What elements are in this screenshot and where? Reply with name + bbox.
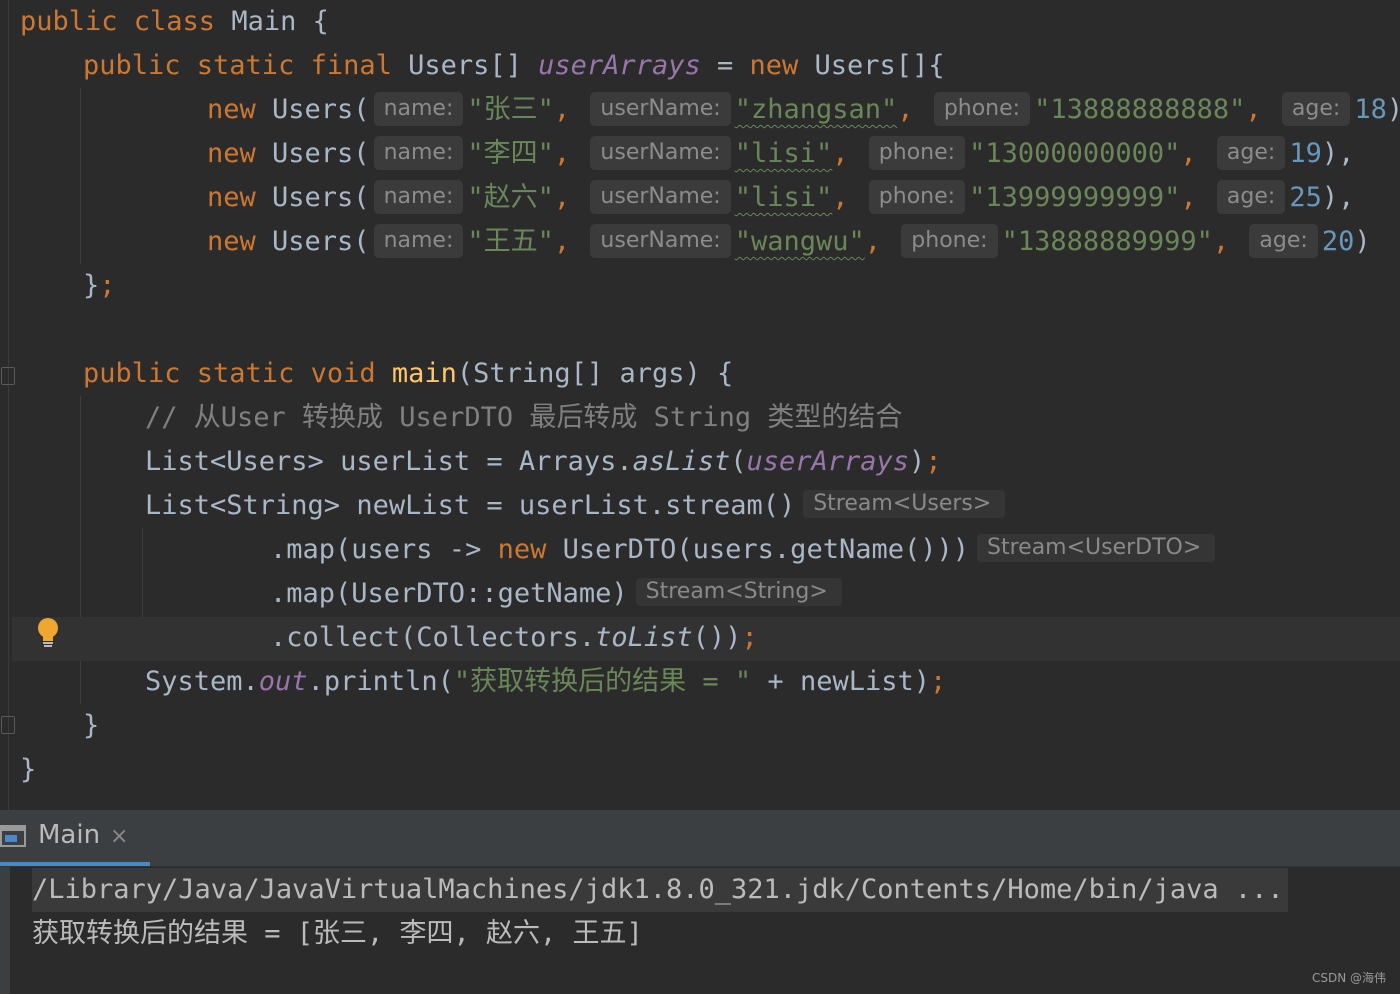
tab-label: Main: [38, 820, 101, 850]
tab-main[interactable]: Main ×: [0, 810, 150, 866]
gutter: [8, 0, 9, 810]
code-line-18[interactable]: }: [20, 748, 36, 792]
code-comment[interactable]: // 从User 转换成 UserDTO 最后转成 String 类型的结合: [145, 396, 902, 440]
console-output-line[interactable]: 获取转换后的结果 = [张三, 李四, 赵六, 王五]: [32, 912, 643, 956]
param-hint: name:: [373, 92, 464, 126]
console-side-strip: [0, 867, 10, 994]
code-line-6[interactable]: new Users(name: "王五", userName: "wangwu", …: [207, 220, 1371, 264]
code-line-12[interactable]: List<String> newList = userList.stream()…: [145, 484, 1006, 528]
watermark: CSDN @海伟: [1311, 971, 1386, 985]
type-hint: Stream<String>: [635, 578, 842, 606]
code-line-17[interactable]: }: [83, 704, 99, 748]
param-hint: name:: [373, 224, 464, 258]
code-line-1[interactable]: public class Main {: [20, 0, 329, 44]
code-line-4[interactable]: new Users(name: "李四", userName: "lisi", ph…: [207, 132, 1354, 176]
console-icon: [0, 825, 26, 847]
param-hint: age:: [1249, 224, 1318, 258]
code-line-7[interactable]: };: [83, 264, 116, 308]
code-line-2[interactable]: public static final Users[] userArrays =…: [83, 44, 945, 88]
param-hint: age:: [1216, 136, 1286, 170]
param-hint: userName:: [590, 180, 731, 214]
code-line-13[interactable]: .map(users -> new UserDTO(users.getName(…: [270, 528, 1216, 572]
param-hint: phone:: [901, 224, 998, 258]
code-line-11[interactable]: List<Users> userList = Arrays.asList(use…: [145, 440, 942, 484]
param-hint: phone:: [933, 92, 1031, 126]
param-hint: userName:: [590, 136, 731, 170]
code-line-9[interactable]: public static void main(String[] args) {: [83, 352, 733, 396]
type-hint: Stream<Users>: [803, 490, 1006, 518]
close-icon[interactable]: ×: [110, 824, 128, 849]
code-line-16[interactable]: System.out.println("获取转换后的结果 = " + newLi…: [145, 660, 946, 704]
fold-toggle-icon[interactable]: [1, 367, 15, 385]
active-tab-indicator: [0, 862, 150, 866]
param-hint: userName:: [590, 92, 731, 126]
run-tool-window: Main × /Library/Java/JavaVirtualMachines…: [0, 810, 1400, 994]
run-tab-bar: Main ×: [0, 810, 1400, 867]
code-line-14[interactable]: .map(UserDTO::getName) Stream<String>: [270, 572, 842, 616]
param-hint: phone:: [868, 136, 966, 170]
indent-guide: [80, 88, 81, 264]
lightbulb-icon[interactable]: [36, 617, 60, 649]
param-hint: name:: [373, 136, 464, 170]
param-hint: userName:: [590, 224, 731, 258]
param-hint: phone:: [868, 180, 966, 214]
param-hint: age:: [1216, 180, 1286, 214]
code-line-3[interactable]: new Users(name: "张三", userName: "zhangsan"…: [207, 88, 1400, 132]
code-line-15[interactable]: .collect(Collectors.toList());: [270, 616, 758, 660]
param-hint: age:: [1281, 92, 1351, 126]
console-command-line[interactable]: /Library/Java/JavaVirtualMachines/jdk1.8…: [32, 868, 1288, 912]
code-line-5[interactable]: new Users(name: "赵六", userName: "lisi", ph…: [207, 176, 1354, 220]
fold-toggle-icon[interactable]: [1, 716, 15, 734]
type-hint: Stream<UserDTO>: [977, 534, 1216, 562]
param-hint: name:: [373, 180, 464, 214]
code-editor[interactable]: public class Main { public static final …: [0, 0, 1400, 810]
